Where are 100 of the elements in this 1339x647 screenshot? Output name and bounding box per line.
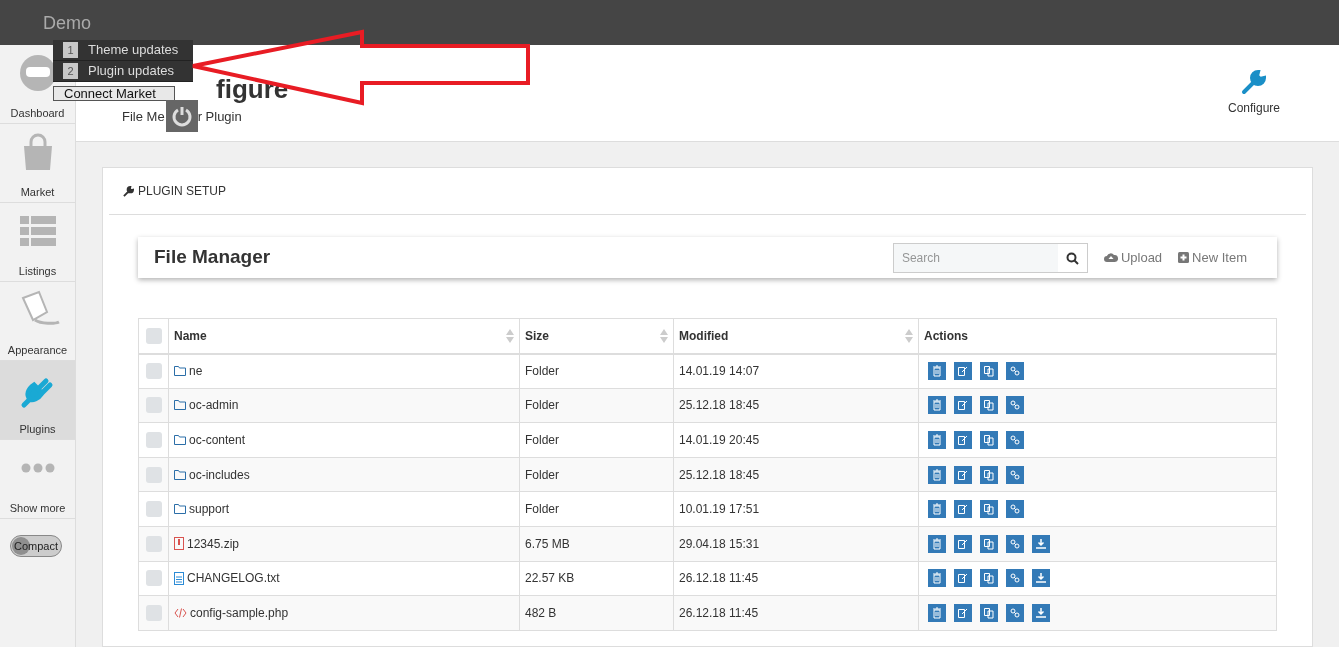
search-field[interactable]: Search xyxy=(892,242,1088,273)
table-cell: 14.01.19 20:45 xyxy=(673,422,919,458)
delete-button[interactable] xyxy=(928,603,946,622)
delete-button[interactable] xyxy=(928,362,946,381)
trash-icon xyxy=(931,606,943,619)
column-header[interactable]: Name xyxy=(168,318,520,354)
copy-button[interactable] xyxy=(980,362,998,381)
file-name[interactable]: oc-includes xyxy=(189,465,250,484)
popup-item[interactable]: 1 Theme updates xyxy=(53,40,193,61)
trash-icon xyxy=(931,399,943,412)
trash-icon xyxy=(931,537,943,550)
search-icon[interactable] xyxy=(1065,251,1079,265)
copy-button[interactable] xyxy=(980,500,998,519)
trash-icon xyxy=(931,434,943,446)
table-cell: Folder xyxy=(519,491,674,527)
edit-icon xyxy=(957,537,969,550)
file-name[interactable]: CHANGELOG.txt xyxy=(187,569,280,588)
link-icon xyxy=(1009,537,1021,550)
delete-button[interactable] xyxy=(928,534,946,553)
link-icon xyxy=(1009,503,1021,516)
copy-button[interactable] xyxy=(980,431,998,449)
select-all-checkbox[interactable] xyxy=(145,327,162,344)
download-button[interactable] xyxy=(1032,603,1050,622)
file-name[interactable]: 12345.zip xyxy=(187,534,240,553)
link-button[interactable] xyxy=(1006,431,1024,449)
sort-icon xyxy=(660,328,668,343)
link-icon xyxy=(1009,365,1021,378)
file-name[interactable]: ne xyxy=(189,362,203,381)
download-button[interactable] xyxy=(1032,534,1050,553)
file-name[interactable]: oc-admin xyxy=(189,396,239,415)
sort-icon xyxy=(905,328,913,343)
link-button[interactable] xyxy=(1006,465,1024,484)
popup-item[interactable]: 2 Plugin updates xyxy=(53,61,193,82)
row-checkbox[interactable] xyxy=(145,570,162,587)
trash-icon xyxy=(931,468,943,481)
edit-button[interactable] xyxy=(954,500,972,519)
new-item-button[interactable]: New Item xyxy=(1178,247,1247,268)
column-header[interactable]: Modified xyxy=(673,318,919,354)
sidebar-item[interactable]: Show more xyxy=(0,440,75,519)
delete-button[interactable] xyxy=(928,465,946,484)
link-button[interactable] xyxy=(1006,603,1024,622)
delete-button[interactable] xyxy=(928,569,946,588)
file-name[interactable]: oc-content xyxy=(189,431,246,449)
edit-icon xyxy=(957,399,969,412)
file-name[interactable]: support xyxy=(189,500,230,519)
delete-button[interactable] xyxy=(928,500,946,519)
power-button[interactable] xyxy=(166,100,198,132)
edit-button[interactable] xyxy=(954,465,972,484)
table-cell: 25.12.18 18:45 xyxy=(673,457,919,492)
row-checkbox[interactable] xyxy=(145,501,162,518)
copy-icon xyxy=(983,572,995,585)
copy-icon xyxy=(983,468,995,481)
connect-market-button[interactable]: Connect Market xyxy=(53,86,175,101)
compact-toggle[interactable]: Compact xyxy=(10,535,62,557)
link-icon xyxy=(1009,606,1021,619)
row-checkbox[interactable] xyxy=(145,363,162,380)
delete-button[interactable] xyxy=(928,396,946,415)
folder-icon xyxy=(174,435,186,445)
table-cell: Folder xyxy=(519,353,674,389)
file-manager-title: File Manager xyxy=(154,245,272,270)
link-button[interactable] xyxy=(1006,396,1024,415)
row-checkbox[interactable] xyxy=(145,604,162,621)
edit-button[interactable] xyxy=(954,534,972,553)
copy-button[interactable] xyxy=(980,465,998,484)
row-checkbox[interactable] xyxy=(145,432,162,448)
copy-button[interactable] xyxy=(980,603,998,622)
row-checkbox[interactable] xyxy=(145,397,162,414)
edit-icon xyxy=(957,468,969,481)
link-button[interactable] xyxy=(1006,500,1024,519)
copy-button[interactable] xyxy=(980,534,998,553)
row-checkbox[interactable] xyxy=(145,535,162,552)
edit-button[interactable] xyxy=(954,569,972,588)
copy-icon xyxy=(983,537,995,550)
edit-button[interactable] xyxy=(954,362,972,381)
copy-button[interactable] xyxy=(980,396,998,415)
upload-button[interactable]: Upload xyxy=(1103,247,1163,268)
configure-button[interactable]: Configure xyxy=(1194,45,1314,141)
table-cell: 10.01.19 17:51 xyxy=(673,491,919,527)
more-icon xyxy=(20,462,55,473)
delete-button[interactable] xyxy=(928,431,946,449)
file-name[interactable]: config-sample.php xyxy=(190,603,289,622)
link-button[interactable] xyxy=(1006,362,1024,381)
copy-icon xyxy=(983,503,995,516)
link-button[interactable] xyxy=(1006,569,1024,588)
edit-button[interactable] xyxy=(954,396,972,415)
download-button[interactable] xyxy=(1032,569,1050,588)
edit-button[interactable] xyxy=(954,603,972,622)
sidebar-item[interactable]: Listings xyxy=(0,203,75,282)
link-button[interactable] xyxy=(1006,534,1024,553)
page-subtitle: r Plugin xyxy=(197,108,242,126)
edit-button[interactable] xyxy=(954,431,972,449)
copy-button[interactable] xyxy=(980,569,998,588)
sidebar-item[interactable]: Market xyxy=(0,124,75,203)
table-cell: 6.75 MB xyxy=(519,526,674,562)
sidebar-item[interactable]: Plugins xyxy=(0,361,75,440)
edit-icon xyxy=(957,434,969,446)
column-header[interactable]: Size xyxy=(519,318,674,354)
list-icon xyxy=(19,215,56,246)
row-checkbox[interactable] xyxy=(145,466,162,483)
table-cell: Folder xyxy=(519,422,674,458)
